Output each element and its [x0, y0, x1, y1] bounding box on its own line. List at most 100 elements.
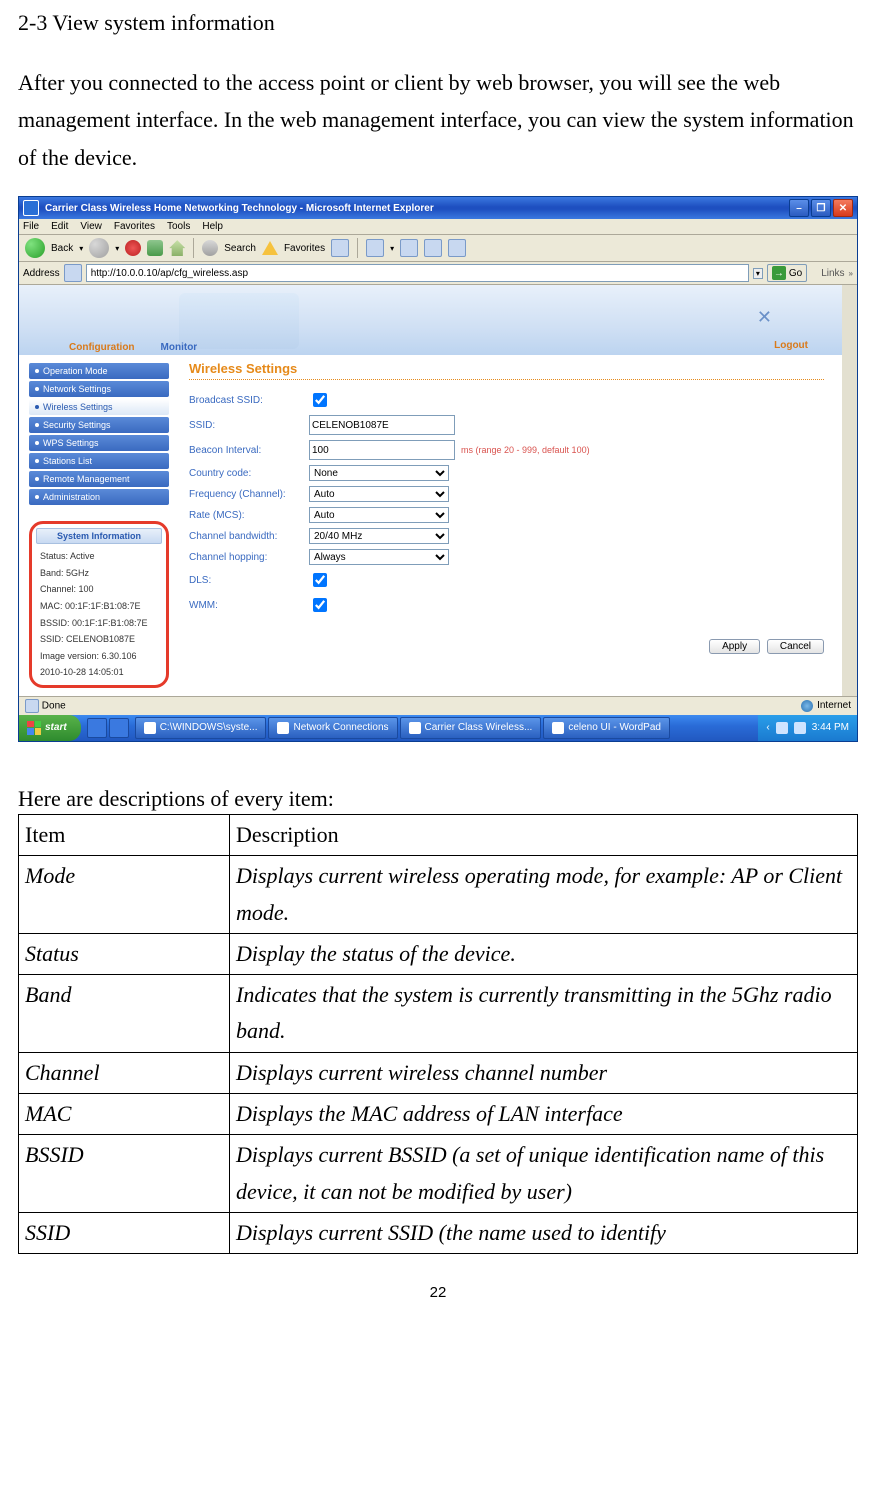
- network-icon: [277, 722, 289, 734]
- sysinfo-status: Status: Active: [36, 548, 162, 565]
- wordpad-icon: [552, 722, 564, 734]
- cell-description: Displays current wireless channel number: [230, 1052, 858, 1093]
- tab-monitor[interactable]: Monitor: [161, 342, 198, 353]
- close-button[interactable]: ✕: [833, 199, 853, 217]
- quick-launch-icon[interactable]: [109, 718, 129, 738]
- row-beacon-interval: Beacon Interval: ms (range 20 - 999, def…: [189, 440, 824, 460]
- channel-hopping-select[interactable]: Always: [309, 549, 449, 565]
- internet-zone-label: Internet: [817, 700, 851, 711]
- cell-description: Displays current wireless operating mode…: [230, 856, 858, 934]
- maximize-button[interactable]: ❐: [811, 199, 831, 217]
- history-icon[interactable]: [331, 239, 349, 257]
- menu-tools[interactable]: Tools: [167, 221, 190, 232]
- cell-description: Displays current SSID (the name used to …: [230, 1212, 858, 1253]
- table-row: Channel Displays current wireless channe…: [19, 1052, 858, 1093]
- links-label[interactable]: Links: [821, 268, 844, 279]
- address-dropdown[interactable]: ▾: [753, 268, 763, 279]
- tray-icon[interactable]: [794, 722, 806, 734]
- row-rate: Rate (MCS): Auto: [189, 507, 824, 523]
- apply-button[interactable]: Apply: [709, 639, 760, 654]
- cell-description: Displays the MAC address of LAN interfac…: [230, 1094, 858, 1135]
- quick-launch-icon[interactable]: [87, 718, 107, 738]
- cell-item: Channel: [19, 1052, 230, 1093]
- taskbar-item-cmd[interactable]: C:\WINDOWS\syste...: [135, 717, 267, 739]
- page-banner: ✕ Configuration Monitor Logout: [19, 285, 842, 355]
- menu-favorites[interactable]: Favorites: [114, 221, 155, 232]
- stop-icon[interactable]: [125, 240, 141, 256]
- messenger-icon[interactable]: [448, 239, 466, 257]
- address-input[interactable]: [86, 264, 749, 282]
- channel-bandwidth-label: Channel bandwidth:: [189, 531, 309, 542]
- menu-bar: File Edit View Favorites Tools Help: [19, 219, 857, 235]
- taskbar-item-wordpad[interactable]: celeno UI - WordPad: [543, 717, 670, 739]
- ie-icon: [23, 200, 39, 216]
- home-icon[interactable]: [169, 240, 185, 256]
- menu-edit[interactable]: Edit: [51, 221, 68, 232]
- refresh-icon[interactable]: [147, 240, 163, 256]
- broadcast-ssid-checkbox[interactable]: [313, 393, 327, 407]
- sidebar-item-remote-management[interactable]: Remote Management: [29, 471, 169, 487]
- wmm-checkbox[interactable]: [313, 598, 327, 612]
- favorites-label: Favorites: [284, 243, 325, 254]
- intro-paragraph: After you connected to the access point …: [18, 64, 858, 176]
- menu-view[interactable]: View: [80, 221, 102, 232]
- channel-bandwidth-select[interactable]: 20/40 MHz: [309, 528, 449, 544]
- start-button[interactable]: start: [19, 715, 81, 741]
- ssid-input[interactable]: [309, 415, 455, 435]
- sidebar-item-security-settings[interactable]: Security Settings: [29, 417, 169, 433]
- row-broadcast-ssid: Broadcast SSID:: [189, 390, 824, 410]
- page-number: 22: [18, 1284, 858, 1301]
- sidebar-item-administration[interactable]: Administration: [29, 489, 169, 505]
- sysinfo-channel: Channel: 100: [36, 581, 162, 598]
- cell-item: Status: [19, 933, 230, 974]
- wmm-label: WMM:: [189, 600, 309, 611]
- menu-help[interactable]: Help: [202, 221, 223, 232]
- sidebar-item-wps-settings[interactable]: WPS Settings: [29, 435, 169, 451]
- sidebar-item-network-settings[interactable]: Network Settings: [29, 381, 169, 397]
- search-icon[interactable]: [202, 240, 218, 256]
- mail-icon[interactable]: [366, 239, 384, 257]
- tray-chevron-icon[interactable]: ‹: [766, 722, 769, 733]
- menu-file[interactable]: File: [23, 221, 39, 232]
- table-row: MAC Displays the MAC address of LAN inte…: [19, 1094, 858, 1135]
- sysinfo-title: System Information: [36, 528, 162, 544]
- cell-item: Mode: [19, 856, 230, 934]
- row-channel-bandwidth: Channel bandwidth: 20/40 MHz: [189, 528, 824, 544]
- beacon-interval-hint: ms (range 20 - 999, default 100): [461, 445, 590, 455]
- minimize-button[interactable]: –: [789, 199, 809, 217]
- sidebar-item-stations-list[interactable]: Stations List: [29, 453, 169, 469]
- quick-launch: [87, 718, 129, 738]
- section-heading: 2-3 View system information: [18, 10, 858, 36]
- print-icon[interactable]: [400, 239, 418, 257]
- sidebar-item-wireless-settings[interactable]: Wireless Settings: [29, 399, 169, 415]
- banner-close-icon[interactable]: ✕: [757, 307, 772, 328]
- logout-link[interactable]: Logout: [774, 340, 808, 351]
- edit-icon[interactable]: [424, 239, 442, 257]
- go-button[interactable]: → Go: [767, 264, 807, 282]
- frequency-select[interactable]: Auto: [309, 486, 449, 502]
- ie-status-bar: Done Internet: [19, 696, 857, 715]
- descriptions-heading: Here are descriptions of every item:: [18, 786, 858, 812]
- country-code-select[interactable]: None: [309, 465, 449, 481]
- forward-button[interactable]: [89, 238, 109, 258]
- favorites-icon[interactable]: [262, 241, 278, 255]
- beacon-interval-input[interactable]: [309, 440, 455, 460]
- tab-configuration[interactable]: Configuration: [69, 342, 135, 353]
- tray-icon[interactable]: [776, 722, 788, 734]
- cancel-button[interactable]: Cancel: [767, 639, 824, 654]
- sidebar-item-operation-mode[interactable]: Operation Mode: [29, 363, 169, 379]
- sysinfo-band: Band: 5GHz: [36, 565, 162, 582]
- table-header-description: Description: [230, 814, 858, 855]
- sysinfo-bssid: BSSID: 00:1F:1F:B1:08:7E: [36, 615, 162, 632]
- taskbar-item-network-connections[interactable]: Network Connections: [268, 717, 397, 739]
- address-bar: Address ▾ → Go Links »: [19, 262, 857, 285]
- dls-checkbox[interactable]: [313, 573, 327, 587]
- back-button[interactable]: [25, 238, 45, 258]
- taskbar-item-ie[interactable]: Carrier Class Wireless...: [400, 717, 542, 739]
- rate-select[interactable]: Auto: [309, 507, 449, 523]
- sysinfo-image-version: Image version: 6.30.106: [36, 648, 162, 665]
- cell-item: MAC: [19, 1094, 230, 1135]
- row-frequency: Frequency (Channel): Auto: [189, 486, 824, 502]
- tray-clock: 3:44 PM: [812, 722, 849, 733]
- address-label: Address: [23, 268, 60, 279]
